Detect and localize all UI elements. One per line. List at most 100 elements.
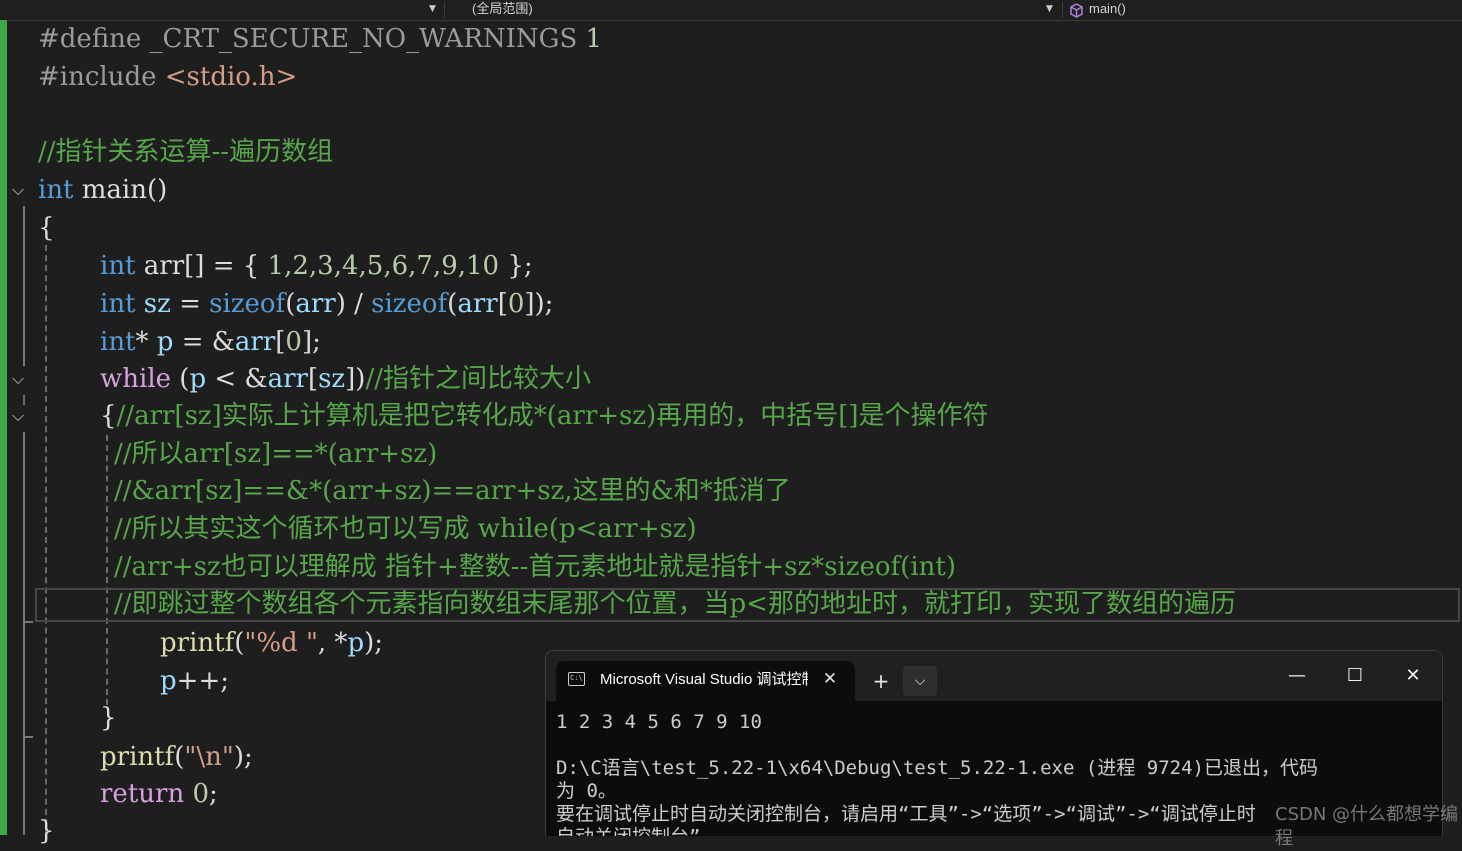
code-text: (: [447, 289, 458, 319]
keyword: int: [38, 175, 74, 205]
code-line-8[interactable]: int sz = sizeof(arr) / sizeof(arr[0]);: [100, 285, 553, 323]
code-line-9[interactable]: int* p = &arr[0];: [100, 323, 321, 361]
code-text: (: [285, 289, 296, 319]
control-keyword: return: [100, 779, 185, 809]
keyword: int: [100, 289, 136, 319]
code-line-21[interactable]: return 0;: [100, 775, 218, 813]
new-tab-button[interactable]: +: [864, 666, 898, 696]
function-cube-icon: [1069, 3, 1084, 22]
number: 0: [285, 327, 302, 357]
code-text: *: [135, 327, 157, 357]
code-text: (: [234, 628, 245, 658]
tab-dropdown-button[interactable]: ⌵: [903, 666, 937, 696]
include-path: <stdio.h>: [164, 62, 298, 92]
code-text: ) /: [335, 289, 372, 319]
fold-guide: [23, 622, 25, 737]
collapse-main-icon[interactable]: ⌵: [12, 181, 36, 199]
variable: sz: [318, 364, 346, 394]
console-output-line: 要在调试停止时自动关闭控制台，请启用“工具”->“选项”->“调试”->“调试停…: [556, 803, 1256, 825]
code-line-13[interactable]: //&arr[sz]==&*(arr+sz)==arr+sz,这里的&和*抵消了: [114, 472, 791, 510]
code-line-4[interactable]: //指针关系运算--遍历数组: [38, 133, 333, 171]
number: 0: [507, 289, 525, 319]
fold-guide: [23, 432, 25, 622]
console-titlebar[interactable]: C:\ Microsoft Visual Studio 调试控制台 ✕ + ⌵ …: [546, 651, 1442, 701]
code-line-16[interactable]: //即跳过整个数组各个元素指向数组末尾那个位置，当p<那的地址时，就打印，实现了…: [114, 585, 1236, 623]
function-call: printf: [160, 628, 235, 658]
number: 1: [577, 24, 603, 54]
code-text: ]);: [524, 289, 554, 319]
code-line-12[interactable]: //所以arr[sz]==*(arr+sz): [114, 435, 437, 473]
code-text: {: [100, 401, 117, 431]
preprocessor-include: #include: [38, 62, 165, 92]
close-window-button[interactable]: ✕: [1393, 661, 1433, 691]
keyword: int: [100, 327, 136, 357]
comment: //指针之间比较大小: [365, 364, 591, 394]
code-line-11[interactable]: {//arr[sz]实际上计算机是把它转化成*(arr+sz)再用的，中括号[]…: [100, 397, 989, 435]
console-tab[interactable]: C:\ Microsoft Visual Studio 调试控制台 ✕: [556, 661, 855, 701]
project-dropdown-icon[interactable]: ▼: [429, 4, 436, 14]
collapse-while-icon[interactable]: ⌵: [12, 370, 36, 388]
code-text: = &: [173, 327, 235, 357]
csdn-watermark: CSDN @什么都想学编程: [1275, 804, 1459, 849]
code-text: [: [275, 327, 286, 357]
close-tab-icon[interactable]: ✕: [820, 669, 840, 689]
code-text: arr[] = {: [135, 251, 268, 281]
minimize-button[interactable]: —: [1277, 661, 1317, 691]
function-call: printf: [100, 742, 175, 772]
variable: arr: [295, 289, 336, 319]
collapse-block-icon[interactable]: ⌵: [12, 407, 36, 425]
navigation-bar: ▼ (全局范围) ▼ main(): [0, 0, 1462, 21]
fold-guide: [23, 206, 25, 366]
code-text: ]): [345, 364, 366, 394]
code-line-1[interactable]: #define _CRT_SECURE_NO_WARNINGS 1: [38, 20, 602, 58]
code-line-15[interactable]: //arr+sz也可以理解成 指针+整数--首元素地址就是指针+sz*sizeo…: [114, 548, 956, 586]
console-output-line: D:\C语言\test_5.22-1\x64\Debug\test_5.22-1…: [556, 757, 1318, 779]
code-text: [: [307, 364, 319, 394]
keyword: int: [100, 251, 136, 281]
variable: arr: [267, 364, 308, 394]
code-line-14[interactable]: //所以其实这个循环也可以写成 while(p<arr+sz): [114, 510, 697, 548]
scope-selector[interactable]: (全局范围): [472, 0, 533, 20]
variable: p: [160, 666, 177, 696]
indent-guide: [106, 435, 108, 705]
console-output-line: 1 2 3 4 5 6 7 9 10: [556, 711, 762, 733]
code-text: , *: [317, 628, 348, 658]
code-line-7[interactable]: int arr[] = { 1,2,3,4,5,6,7,9,10 };: [100, 247, 533, 285]
variable: p: [189, 364, 207, 394]
code-text: };: [499, 251, 533, 281]
code-line-2[interactable]: #include <stdio.h>: [38, 58, 297, 96]
console-output-line: 为 0。: [556, 780, 617, 802]
variable: arr: [234, 327, 276, 357]
comment: //arr[sz]实际上计算机是把它转化成*(arr+sz)再用的，中括号[]是…: [116, 401, 989, 431]
code-text: );: [364, 628, 383, 658]
code-line-20[interactable]: printf("\n");: [100, 738, 253, 776]
control-keyword: while: [100, 364, 172, 394]
code-text: [: [497, 289, 508, 319]
keyword: sizeof: [209, 289, 286, 319]
code-text: (: [171, 364, 190, 394]
code-line-19[interactable]: }: [100, 699, 117, 737]
code-text: =: [170, 289, 210, 319]
variable: p: [156, 327, 174, 357]
string-literal: "%d ": [244, 628, 318, 658]
number: 1,2,3,4,5,6,7,9,10: [267, 251, 500, 281]
code-line-6[interactable]: {: [38, 209, 55, 247]
maximize-button[interactable]: ☐: [1335, 661, 1375, 691]
variable: sz: [135, 289, 171, 319]
function-selector[interactable]: main(): [1089, 0, 1126, 20]
code-line-10[interactable]: while (p < &arr[sz])//指针之间比较大小: [100, 360, 591, 398]
code-line-5[interactable]: int main(): [38, 171, 167, 209]
code-line-17[interactable]: printf("%d ", *p);: [160, 624, 383, 662]
code-text: );: [233, 742, 253, 772]
variable: arr: [457, 289, 498, 319]
code-text: ;: [209, 779, 218, 809]
function-name: main(): [73, 175, 168, 205]
code-line-18[interactable]: p++;: [160, 662, 229, 700]
scope-dropdown-icon[interactable]: ▼: [1046, 4, 1053, 14]
code-text: ];: [301, 327, 321, 357]
code-text: < &: [206, 364, 268, 394]
preprocessor-define: #define _CRT_SECURE_NO_WARNINGS: [38, 24, 578, 54]
terminal-icon: C:\: [568, 672, 585, 686]
code-line-22[interactable]: }: [38, 812, 55, 850]
string-literal: "\n": [184, 742, 234, 772]
